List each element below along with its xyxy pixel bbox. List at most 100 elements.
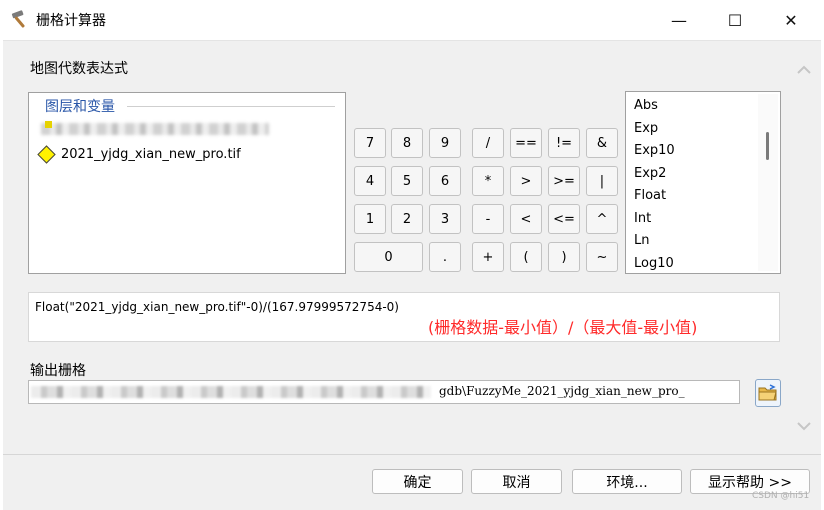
browse-button[interactable] <box>755 379 781 407</box>
calc-button-label: | <box>599 173 605 189</box>
redacted-path <box>31 386 431 398</box>
calc-button-power[interactable]: ^ <box>586 204 618 234</box>
calc-button-label: 9 <box>440 135 450 151</box>
watermark: CSDN @hi51 <box>752 491 810 501</box>
layer-marker-icon <box>45 121 52 128</box>
calc-button-label: > <box>520 173 532 189</box>
calc-button-or[interactable]: | <box>586 166 618 196</box>
environments-button[interactable]: 环境... <box>572 469 682 494</box>
calc-button-label: 2 <box>402 211 412 227</box>
cancel-button[interactable]: 取消 <box>471 469 562 494</box>
function-item[interactable]: Ln <box>634 233 649 248</box>
calc-button-eight[interactable]: 8 <box>391 128 423 158</box>
functions-list[interactable]: Abs Exp Exp10 Exp2 Float Int Ln Log10 <box>625 91 781 274</box>
calc-button-seven[interactable]: 7 <box>354 128 386 158</box>
title-bar: 栅格计算器 — ☐ ✕ <box>0 0 824 40</box>
minimize-button[interactable]: — <box>656 0 702 40</box>
output-raster-input[interactable]: gdb\FuzzyMe_2021_yjdg_xian_new_pro_ <box>28 380 740 404</box>
scroll-down-icon[interactable] <box>796 418 812 434</box>
hammer-icon <box>11 10 25 28</box>
calc-button-label: 0 <box>384 249 393 265</box>
calc-button-label: / <box>485 135 491 151</box>
environments-button-label: 环境... <box>606 474 648 491</box>
calc-button-open-paren[interactable]: ( <box>510 242 542 272</box>
calc-button-label: ) <box>561 249 567 265</box>
footer-divider <box>3 454 821 455</box>
calc-button-label: 7 <box>365 135 375 151</box>
output-raster-label: 输出栅格 <box>30 363 86 379</box>
calc-button-five[interactable]: 5 <box>391 166 423 196</box>
calc-button-label: < <box>520 211 532 227</box>
calc-button-label: >= <box>553 173 575 189</box>
layers-group-title: 图层和变量 <box>45 96 119 116</box>
calc-button-less[interactable]: < <box>510 204 542 234</box>
calc-button-label: + <box>482 249 494 265</box>
calc-button-divide[interactable]: / <box>472 128 504 158</box>
calc-button-less-equal[interactable]: <= <box>548 204 580 234</box>
scroll-up-icon[interactable] <box>796 62 812 78</box>
calc-button-label: 5 <box>402 173 412 189</box>
redacted-layer-item[interactable] <box>41 123 269 135</box>
calc-button-nine[interactable]: 9 <box>429 128 461 158</box>
function-item[interactable]: Float <box>634 188 666 203</box>
layers-list[interactable]: 图层和变量 2021_yjdg_xian_new_pro.tif <box>28 92 346 274</box>
calc-button-three[interactable]: 3 <box>429 204 461 234</box>
calc-button-label: != <box>555 135 573 151</box>
formula-annotation: (栅格数据-最小值）/（最大值-最小值) <box>428 318 698 337</box>
output-path-text: gdb\FuzzyMe_2021_yjdg_xian_new_pro_ <box>439 384 685 398</box>
close-icon: ✕ <box>784 10 798 30</box>
function-item[interactable]: Exp <box>634 121 658 136</box>
calc-button-label: 1 <box>365 211 375 227</box>
calc-button-label: * <box>484 173 492 189</box>
calc-button-label: 6 <box>440 173 450 189</box>
maximize-icon: ☐ <box>727 10 743 30</box>
close-button[interactable]: ✕ <box>768 0 814 40</box>
calc-button-multiply[interactable]: * <box>472 166 504 196</box>
calc-button-and[interactable]: & <box>586 128 618 158</box>
function-item[interactable]: Log10 <box>634 256 674 271</box>
functions-scrollbar[interactable] <box>758 94 778 271</box>
calc-button-six[interactable]: 6 <box>429 166 461 196</box>
cancel-button-label: 取消 <box>502 474 531 491</box>
ok-button-label: 确定 <box>403 474 432 491</box>
calc-button-label: ~ <box>596 249 608 265</box>
calc-button-not-equal[interactable]: != <box>548 128 580 158</box>
calc-button-four[interactable]: 4 <box>354 166 386 196</box>
calc-button-label: - <box>485 211 491 227</box>
function-item[interactable]: Exp2 <box>634 166 666 181</box>
layer-item[interactable]: 2021_yjdg_xian_new_pro.tif <box>37 145 241 164</box>
raster-layer-icon <box>37 145 56 164</box>
function-item[interactable]: Abs <box>634 98 658 113</box>
map-algebra-label: 地图代数表达式 <box>30 61 128 77</box>
function-item[interactable]: Exp10 <box>634 143 675 158</box>
ok-button[interactable]: 确定 <box>372 469 463 494</box>
calc-button-label: . <box>442 249 448 265</box>
calc-button-close-paren[interactable]: ) <box>548 242 580 272</box>
group-divider <box>127 106 335 107</box>
calc-button-decimal[interactable]: . <box>429 242 461 272</box>
calc-button-label: == <box>515 135 537 151</box>
calc-button-two[interactable]: 2 <box>391 204 423 234</box>
calc-button-label: <= <box>553 211 575 227</box>
calc-button-greater-equal[interactable]: >= <box>548 166 580 196</box>
calc-button-not[interactable]: ~ <box>586 242 618 272</box>
scrollbar-thumb[interactable] <box>766 132 769 160</box>
calc-button-label: 8 <box>402 135 412 151</box>
show-help-button-label: 显示帮助 >> <box>708 474 792 491</box>
minimize-icon: — <box>671 10 687 30</box>
calc-button-label: 3 <box>440 211 450 227</box>
window-title: 栅格计算器 <box>36 13 106 29</box>
maximize-button[interactable]: ☐ <box>712 0 758 40</box>
expression-text: Float("2021_yjdg_xian_new_pro.tif"-0)/(1… <box>35 300 399 314</box>
calc-button-equal[interactable]: == <box>510 128 542 158</box>
layer-item-label: 2021_yjdg_xian_new_pro.tif <box>61 147 241 162</box>
calc-button-greater[interactable]: > <box>510 166 542 196</box>
function-item[interactable]: Int <box>634 211 651 226</box>
calc-button-label: 4 <box>365 173 375 189</box>
calc-button-zero[interactable]: 0 <box>354 242 423 272</box>
calc-button-plus[interactable]: + <box>472 242 504 272</box>
calc-button-one[interactable]: 1 <box>354 204 386 234</box>
calc-button-minus[interactable]: - <box>472 204 504 234</box>
folder-icon <box>758 384 777 401</box>
calc-button-label: ( <box>523 249 529 265</box>
